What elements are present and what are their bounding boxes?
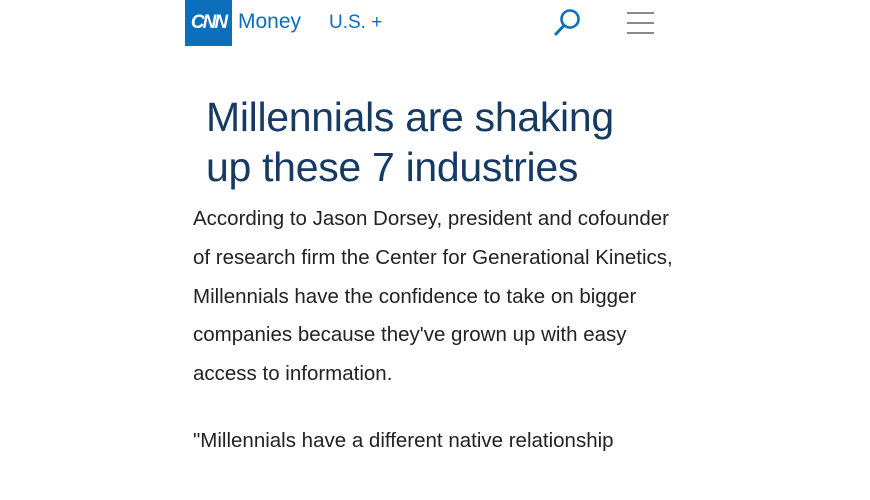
- hamburger-menu-icon-bar-top: [627, 12, 654, 14]
- search-icon: [554, 9, 580, 36]
- edition-selector[interactable]: U.S. +: [329, 11, 382, 35]
- hamburger-menu-button[interactable]: [625, 9, 655, 37]
- article-body: According to Jason Dorsey, president and…: [193, 200, 683, 461]
- hamburger-menu-icon-bar-bottom: [627, 32, 654, 34]
- search-button[interactable]: [553, 7, 583, 39]
- cnn-logo[interactable]: CNN: [185, 0, 232, 46]
- article-headline: Millennials are shaking up these 7 indus…: [206, 94, 614, 190]
- page: CNN Money U.S. + Millennials are shaking…: [0, 0, 870, 500]
- brand-name-link[interactable]: Money: [238, 9, 301, 35]
- hamburger-menu-icon-bar-middle: [627, 22, 654, 24]
- cnn-logo-text: CNN: [190, 12, 228, 33]
- article-paragraph: According to Jason Dorsey, president and…: [193, 207, 673, 386]
- article-paragraph: "Millennials have a different native rel…: [193, 428, 614, 452]
- site-header: CNN Money U.S. +: [185, 0, 675, 46]
